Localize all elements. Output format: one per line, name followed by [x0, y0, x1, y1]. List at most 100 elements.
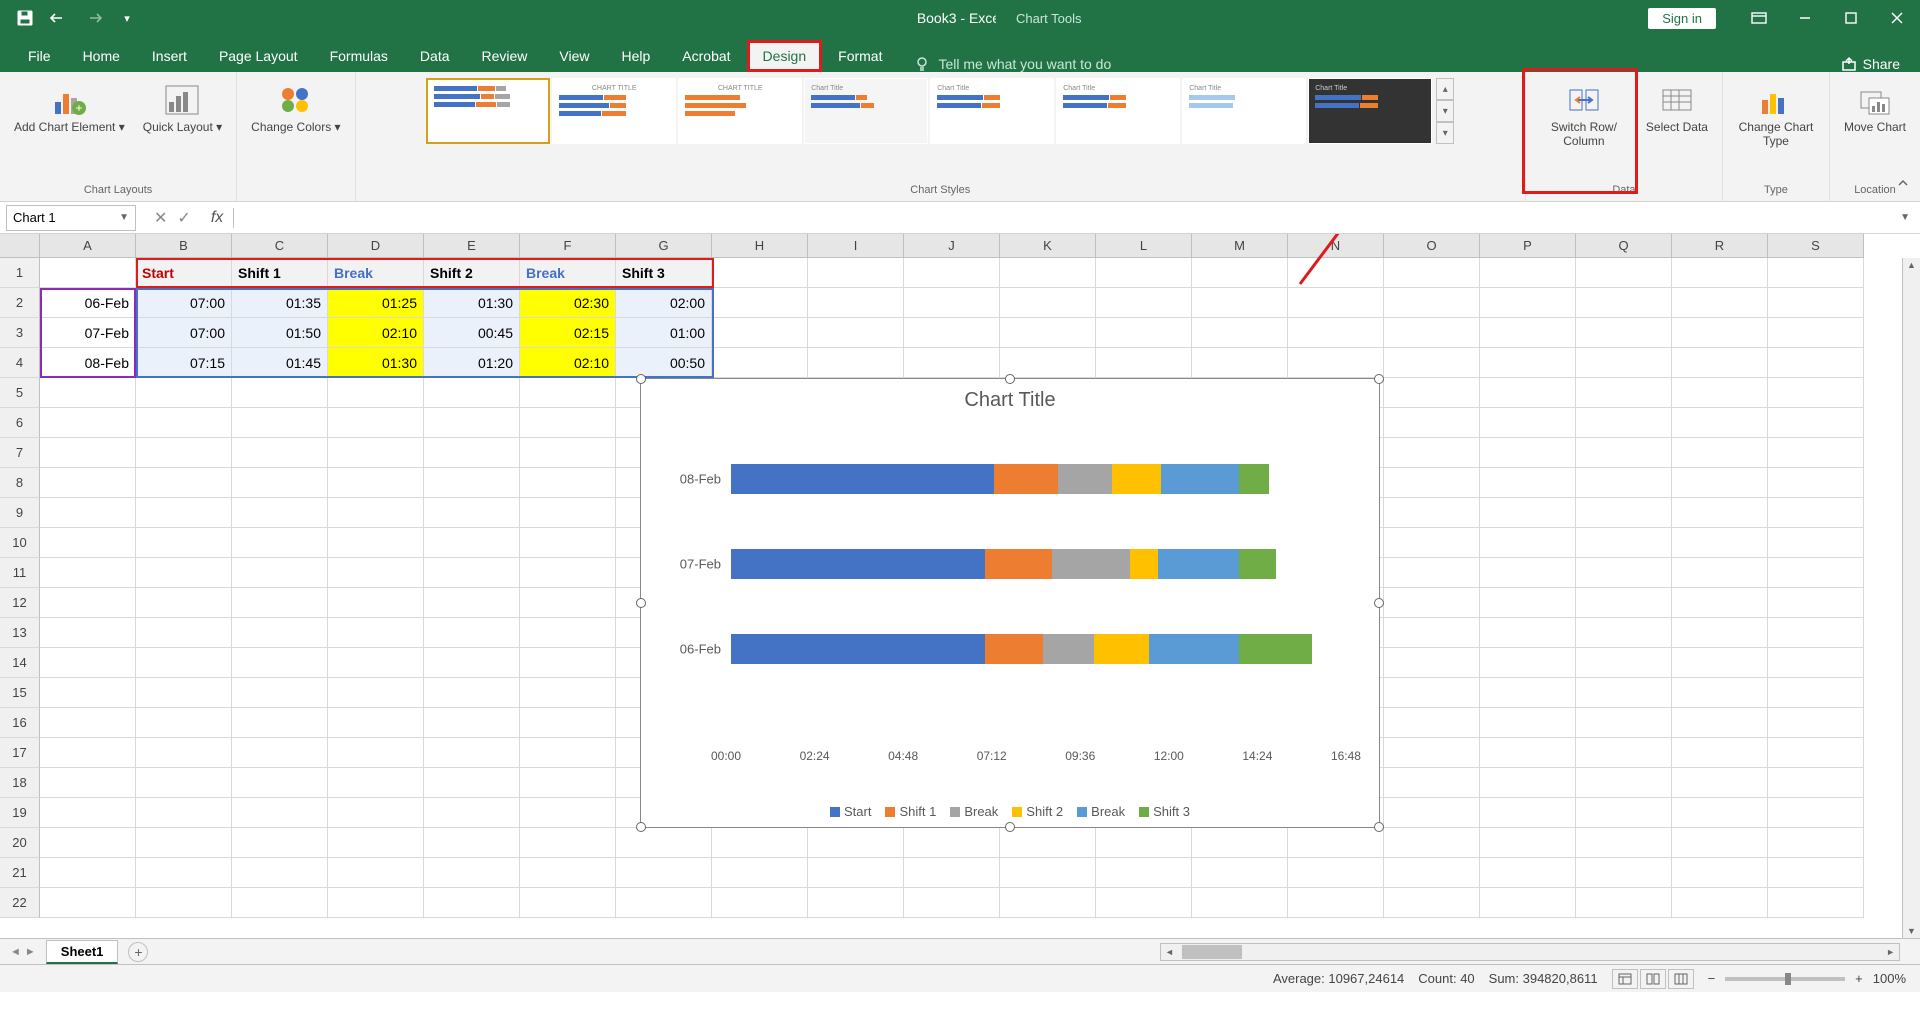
cell[interactable] [1768, 798, 1864, 828]
cell[interactable] [136, 768, 232, 798]
vertical-scrollbar[interactable]: ▲ ▼ [1902, 258, 1920, 938]
cell[interactable] [328, 468, 424, 498]
cell[interactable] [424, 618, 520, 648]
cell[interactable] [520, 888, 616, 918]
cell[interactable] [808, 348, 904, 378]
move-chart-button[interactable]: Move Chart [1838, 78, 1912, 138]
enter-icon[interactable]: ✓ [177, 208, 190, 228]
cell[interactable]: 07:00 [136, 288, 232, 318]
cell[interactable]: 01:45 [232, 348, 328, 378]
cell[interactable] [232, 768, 328, 798]
row-header[interactable]: 7 [0, 438, 40, 468]
legend-item[interactable]: Shift 2 [1012, 804, 1063, 819]
chart-bar-segment[interactable] [1094, 634, 1148, 664]
column-header[interactable]: F [520, 234, 616, 258]
cell[interactable] [136, 738, 232, 768]
cell[interactable] [424, 588, 520, 618]
cell[interactable] [520, 768, 616, 798]
cell[interactable] [1096, 828, 1192, 858]
horizontal-scrollbar[interactable]: ◄ ► [1160, 943, 1900, 961]
cell[interactable] [1384, 438, 1480, 468]
column-headers[interactable]: ABCDEFGHIJKLMNOPQRS [40, 234, 1864, 258]
resize-handle-nw[interactable] [636, 374, 646, 384]
cell[interactable] [1480, 318, 1576, 348]
cell[interactable] [1384, 738, 1480, 768]
cell[interactable] [712, 828, 808, 858]
cell[interactable] [328, 678, 424, 708]
cell[interactable] [1480, 498, 1576, 528]
fx-label[interactable]: fx [201, 208, 234, 228]
cell[interactable] [1384, 258, 1480, 288]
cell[interactable] [1672, 858, 1768, 888]
cell[interactable] [1672, 798, 1768, 828]
cell[interactable] [1000, 258, 1096, 288]
cell[interactable] [328, 618, 424, 648]
cell[interactable] [1768, 318, 1864, 348]
legend-item[interactable]: Break [1077, 804, 1125, 819]
cell[interactable] [1384, 498, 1480, 528]
cell[interactable] [40, 798, 136, 828]
cell[interactable] [1288, 828, 1384, 858]
select-all-corner[interactable] [0, 234, 40, 258]
cell[interactable] [1384, 828, 1480, 858]
chart-bar-segment[interactable] [1239, 634, 1312, 664]
cell[interactable] [1096, 858, 1192, 888]
cell[interactable] [40, 618, 136, 648]
row-header[interactable]: 21 [0, 858, 40, 888]
quick-layout-button[interactable]: Quick Layout ▾ [137, 78, 228, 138]
chart-style-5[interactable]: Chart Title [930, 78, 1054, 144]
cell[interactable] [1576, 528, 1672, 558]
cell[interactable] [1384, 888, 1480, 918]
cell[interactable] [904, 828, 1000, 858]
cell[interactable]: 02:10 [520, 348, 616, 378]
cell[interactable] [1672, 708, 1768, 738]
close-button[interactable] [1874, 0, 1920, 36]
cell[interactable] [1192, 858, 1288, 888]
cell[interactable] [1480, 588, 1576, 618]
cell[interactable] [136, 828, 232, 858]
column-header[interactable]: J [904, 234, 1000, 258]
chart-bar-segment[interactable] [1043, 634, 1095, 664]
chart-bar-segment[interactable] [985, 634, 1042, 664]
column-header[interactable]: M [1192, 234, 1288, 258]
cell[interactable] [328, 798, 424, 828]
cell[interactable] [40, 438, 136, 468]
cell[interactable] [1288, 318, 1384, 348]
cell[interactable] [40, 528, 136, 558]
cell[interactable] [1576, 498, 1672, 528]
cell[interactable] [136, 858, 232, 888]
cell[interactable] [1576, 768, 1672, 798]
cell[interactable] [232, 588, 328, 618]
expand-formula-bar-button[interactable]: ▼ [1890, 212, 1920, 223]
cell[interactable] [40, 408, 136, 438]
cell[interactable] [520, 558, 616, 588]
cell[interactable] [520, 828, 616, 858]
cell[interactable]: 01:20 [424, 348, 520, 378]
chart-bar-segment[interactable] [731, 549, 985, 579]
cell[interactable] [1288, 888, 1384, 918]
cell[interactable] [1768, 888, 1864, 918]
column-header[interactable]: S [1768, 234, 1864, 258]
chart-bar-segment[interactable] [1239, 549, 1275, 579]
ribbon-options-button[interactable] [1736, 0, 1782, 36]
sheet-tab-sheet1[interactable]: Sheet1 [46, 940, 119, 964]
cell[interactable] [424, 408, 520, 438]
cell[interactable] [1000, 888, 1096, 918]
tab-view[interactable]: View [543, 40, 605, 72]
cell[interactable] [1768, 468, 1864, 498]
cell[interactable]: 02:30 [520, 288, 616, 318]
cell[interactable] [40, 888, 136, 918]
cell[interactable] [1192, 258, 1288, 288]
row-header[interactable]: 13 [0, 618, 40, 648]
cell[interactable] [40, 858, 136, 888]
cell[interactable] [328, 528, 424, 558]
cell[interactable] [232, 888, 328, 918]
row-header[interactable]: 20 [0, 828, 40, 858]
cell[interactable] [1672, 678, 1768, 708]
cell[interactable] [136, 678, 232, 708]
column-header[interactable]: K [1000, 234, 1096, 258]
row-header[interactable]: 17 [0, 738, 40, 768]
cell[interactable] [1672, 468, 1768, 498]
chart-bar-segment[interactable] [1130, 549, 1157, 579]
cell[interactable] [1576, 438, 1672, 468]
